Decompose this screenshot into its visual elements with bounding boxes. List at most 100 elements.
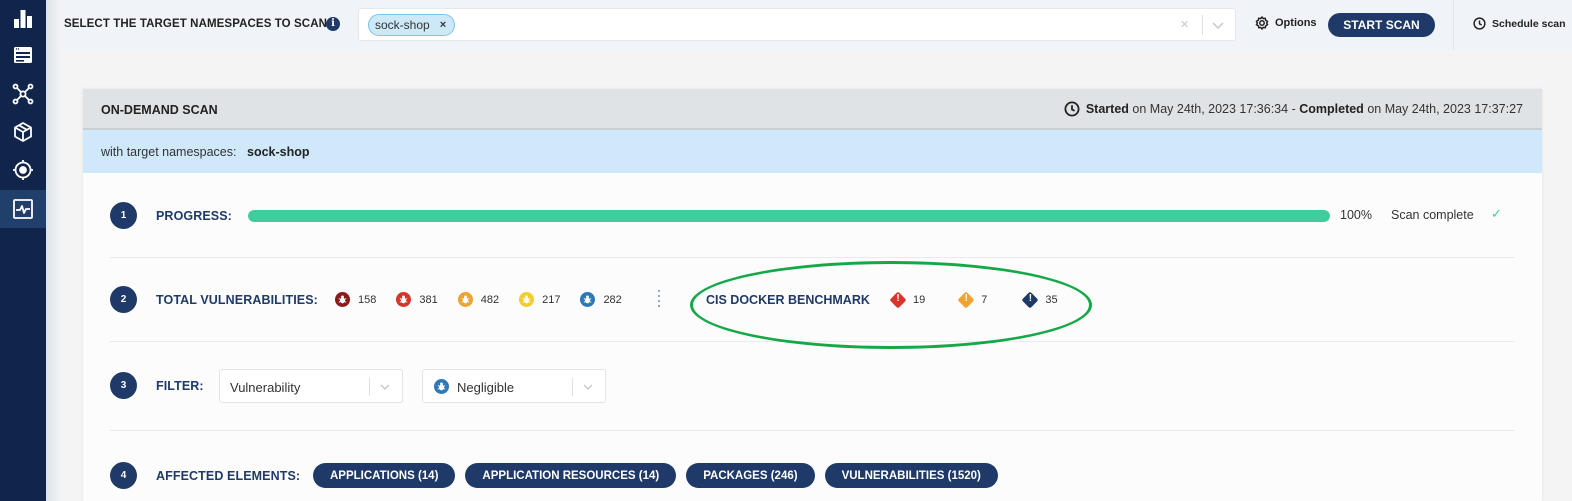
cis-count-value: 19 xyxy=(913,293,926,306)
affected-elements-label: AFFECTED ELEMENTS: xyxy=(156,469,301,483)
progress-fill xyxy=(248,210,1330,222)
negligible-bug-icon xyxy=(580,292,596,307)
clear-selection-icon[interactable]: × xyxy=(1180,16,1189,33)
vulnerability-count-value: 482 xyxy=(480,293,500,306)
filter-severity-value: Negligible xyxy=(457,380,515,395)
cis-count-info[interactable]: ! 35 xyxy=(1021,291,1058,309)
scan-timestamps: Started on May 24th, 2023 17:36:34 - Com… xyxy=(1064,101,1523,117)
package-box-icon xyxy=(14,122,32,142)
step-number: 4 xyxy=(110,462,137,489)
high-bug-icon xyxy=(396,292,412,307)
vulnerability-count-value: 282 xyxy=(603,293,622,306)
total-vulnerabilities-row: 2 TOTAL VULNERABILITIES: 158 381 482 217 282… xyxy=(110,286,1515,313)
sidebar xyxy=(0,0,46,501)
vulnerability-counts: 158 381 482 217 282 xyxy=(335,286,642,313)
vulnerability-count-high[interactable]: 381 xyxy=(396,292,438,307)
started-time: on May 24th, 2023 17:36:34 xyxy=(1132,102,1289,116)
sidebar-item-runtime-scan[interactable] xyxy=(0,190,46,228)
chevron-down-icon[interactable] xyxy=(1211,18,1225,32)
packages-button[interactable]: PACKAGES (246) xyxy=(686,463,815,488)
medium-bug-icon xyxy=(457,292,473,307)
select-separator xyxy=(1202,15,1203,35)
chevron-down-icon xyxy=(583,384,593,390)
filter-severity-select[interactable]: Negligible xyxy=(422,369,606,403)
filter-row: 3 FILTER: Vulnerability Negligible xyxy=(110,369,1515,403)
scan-card: ON-DEMAND SCAN Started on May 24th, 2023… xyxy=(83,89,1542,501)
info-alert-icon: ! xyxy=(1021,291,1039,309)
start-scan-button[interactable]: START SCAN xyxy=(1328,13,1435,37)
completed-time: on May 24th, 2023 17:37:27 xyxy=(1367,102,1523,116)
scan-config-bar: SELECT THE TARGET NAMESPACES TO SCAN: i … xyxy=(60,0,1572,50)
bug-target-icon xyxy=(13,160,33,180)
vulnerability-count-negligible[interactable]: 282 xyxy=(580,292,622,307)
warn-alert-icon: ! xyxy=(957,291,975,309)
sidebar-shadow xyxy=(46,0,60,501)
network-nodes-icon xyxy=(12,83,34,105)
chip-remove-icon[interactable]: × xyxy=(440,19,446,31)
vulnerability-count-low[interactable]: 217 xyxy=(519,292,560,307)
row-divider xyxy=(110,341,1515,342)
select-separator xyxy=(369,378,370,396)
sidebar-item-applications[interactable] xyxy=(0,36,46,74)
affected-elements-buttons: APPLICATIONS (14) APPLICATION RESOURCES … xyxy=(313,463,1008,488)
namespace-multiselect[interactable]: sock-shop × × xyxy=(358,8,1236,41)
sidebar-item-packages[interactable] xyxy=(0,113,46,151)
bar-chart-icon xyxy=(14,10,32,28)
options-label: Options xyxy=(1275,17,1317,29)
time-separator: - xyxy=(1291,102,1296,116)
vulnerability-count-value: 217 xyxy=(542,293,561,306)
options-button[interactable]: Options xyxy=(1255,16,1317,30)
gear-icon xyxy=(1255,16,1269,30)
namespace-chip-label: sock-shop xyxy=(375,18,430,32)
row-divider xyxy=(110,257,1515,258)
progress-bar xyxy=(248,210,1330,222)
vulnerability-count-medium[interactable]: 482 xyxy=(457,292,500,307)
select-separator xyxy=(572,378,573,396)
scan-status: Scan complete xyxy=(1391,208,1474,222)
filter-label: FILTER: xyxy=(156,379,204,393)
total-vulnerabilities-label: TOTAL VULNERABILITIES: xyxy=(156,293,318,307)
cis-count-value: 7 xyxy=(981,293,988,306)
topbar-divider xyxy=(1453,0,1454,50)
info-icon[interactable]: i xyxy=(326,17,340,31)
filter-type-value: Vulnerability xyxy=(230,380,301,395)
progress-percent: 100% xyxy=(1340,208,1372,222)
sidebar-item-application-resources[interactable] xyxy=(0,75,46,113)
clock-icon xyxy=(1064,101,1080,117)
cis-benchmark-label: CIS DOCKER BENCHMARK xyxy=(706,293,870,307)
namespace-select-label: SELECT THE TARGET NAMESPACES TO SCAN: xyxy=(64,18,331,30)
completed-label: Completed xyxy=(1299,102,1364,116)
applications-button[interactable]: APPLICATIONS (14) xyxy=(313,463,456,488)
negligible-bug-icon xyxy=(434,379,449,394)
window-list-icon xyxy=(14,47,32,63)
vulnerability-count-critical[interactable]: 158 xyxy=(335,292,376,307)
namespace-chip: sock-shop × xyxy=(368,14,456,36)
sidebar-item-vulnerabilities[interactable] xyxy=(0,151,46,189)
vulnerability-count-value: 158 xyxy=(358,293,377,306)
cis-benchmark-counts: ! 19! 7! 35 xyxy=(889,286,1092,313)
check-icon: ✓ xyxy=(1491,206,1502,221)
started-label: Started xyxy=(1085,102,1129,116)
cis-count-fatal[interactable]: ! 19 xyxy=(889,291,925,309)
low-bug-icon xyxy=(519,292,535,307)
application-resources-button[interactable]: APPLICATION RESOURCES (14) xyxy=(465,463,677,488)
vulnerabilities-button[interactable]: VULNERABILITIES (1520) xyxy=(824,463,998,488)
clock-icon xyxy=(1473,17,1486,30)
pulse-monitor-icon xyxy=(13,199,33,219)
sidebar-item-dashboard[interactable] xyxy=(0,0,46,38)
critical-bug-icon xyxy=(335,292,350,307)
chevron-down-icon xyxy=(380,384,390,390)
schedule-scan-button[interactable]: Schedule scan xyxy=(1473,17,1566,30)
scan-title: ON-DEMAND SCAN xyxy=(101,103,218,117)
cis-count-warn[interactable]: ! 7 xyxy=(957,291,988,309)
target-namespaces-label: with target namespaces: xyxy=(101,145,237,159)
filter-type-select[interactable]: Vulnerability xyxy=(219,369,403,403)
scan-card-header: ON-DEMAND SCAN Started on May 24th, 2023… xyxy=(83,89,1542,130)
affected-elements-row: 4 AFFECTED ELEMENTS: APPLICATIONS (14) A… xyxy=(110,462,1515,489)
row-divider xyxy=(110,430,1515,431)
step-number: 3 xyxy=(110,372,137,399)
step-number: 2 xyxy=(110,286,137,313)
vulnerability-count-value: 381 xyxy=(419,293,438,306)
progress-label: PROGRESS: xyxy=(156,209,232,223)
more-options-icon[interactable] xyxy=(658,290,661,309)
